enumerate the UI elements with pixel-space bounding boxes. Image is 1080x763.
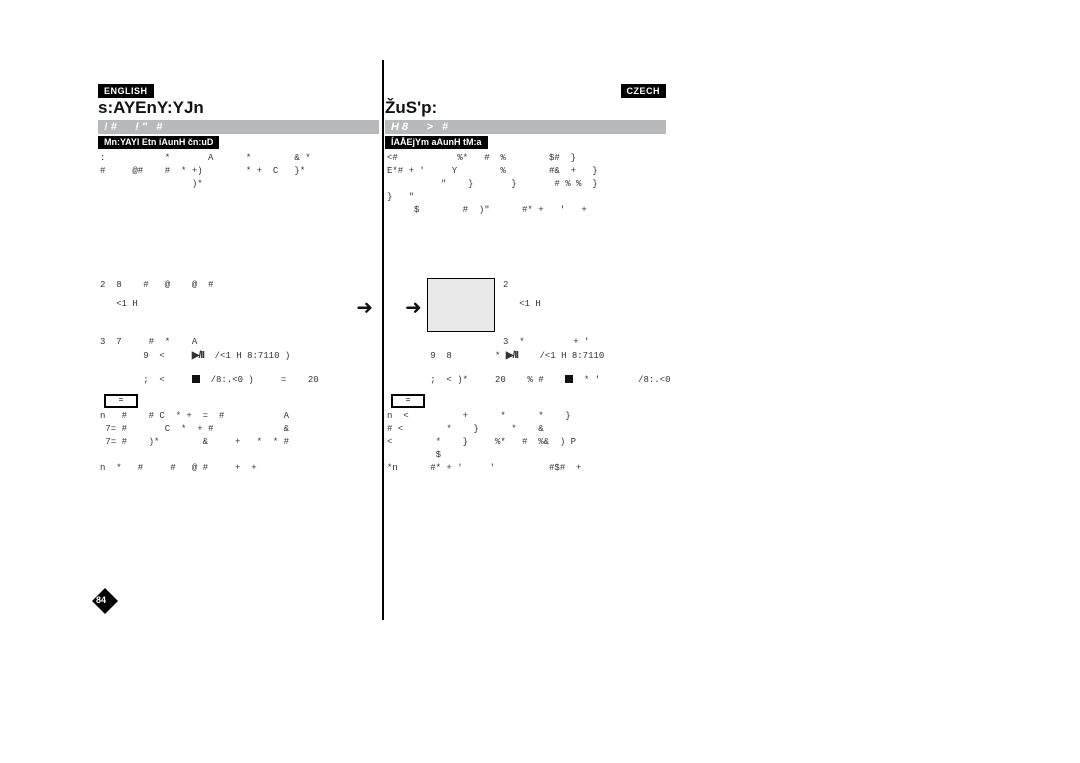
- left-column: ENGLISH s:AYEnY:YJn ! # ! " # Mn:YAYI Et…: [98, 80, 379, 600]
- language-badge-czech: CZECH: [621, 84, 667, 98]
- page-canvas: ENGLISH s:AYEnY:YJn ! # ! " # Mn:YAYI Et…: [0, 0, 1080, 763]
- right-note-box: =: [391, 394, 425, 408]
- left-subheading: Mn:YAYI Etn íAunH čn:uD: [98, 136, 219, 149]
- left-section-bar: ! # ! " #: [98, 120, 379, 134]
- stop-icon: [192, 375, 200, 383]
- right-subheading: ÍAÅEjYm aAunH tM:a: [385, 136, 488, 149]
- right-body-text: <# %* # % $# } E*# + ' Y % #& + } " } } …: [387, 152, 664, 217]
- right-play-suffix: /<1 H 8:7110: [518, 351, 604, 361]
- document-page: ENGLISH s:AYEnY:YJn ! # ! " # Mn:YAYI Et…: [98, 80, 666, 600]
- left-stop-prefix: ; <: [143, 375, 192, 385]
- left-body-text: : * A * & * # @# # * +) * + C }* )*: [100, 152, 377, 191]
- right-play-prefix: 9 8 *: [430, 351, 506, 361]
- arrow-right-icon: ➜: [405, 295, 422, 320]
- arrow-right-icon: ➜: [356, 295, 373, 320]
- left-title: s:AYEnY:YJn: [98, 98, 204, 118]
- right-title: ŽuS'p:: [385, 98, 437, 118]
- left-stop-suffix: /8:.<0 ) = 20: [200, 375, 319, 385]
- left-stop-line: ; < /8:.<0 ) = 20: [100, 365, 377, 395]
- right-notes: n < + * * } # < * } * & < * } %* # %& ) …: [387, 410, 664, 475]
- play-pause-icon: ▶/II: [192, 350, 204, 361]
- left-play-prefix: 9 <: [143, 351, 192, 361]
- right-stop-line: ; < )* 20 % # * ' /8:.<0: [387, 365, 664, 395]
- right-stop-prefix: ; < )* 20 % #: [430, 375, 565, 385]
- right-column: CZECH ŽuS'p: H 8 > # ÍAÅEjYm aAunH tM:a …: [385, 80, 666, 600]
- left-play-suffix: /<1 H 8:7110 ): [204, 351, 290, 361]
- play-pause-icon: ▶/II: [506, 350, 518, 361]
- left-notes: n # # C * + = # A 7= # C * + # & 7= # )*…: [100, 410, 377, 475]
- thumbnail-placeholder: [427, 278, 495, 332]
- right-section-bar: H 8 > #: [385, 120, 666, 134]
- language-badge-english: ENGLISH: [98, 84, 154, 98]
- right-stop-suffix: * ' /8:.<0: [573, 375, 670, 385]
- vertical-divider: [382, 60, 384, 620]
- left-note-box: =: [104, 394, 138, 408]
- page-number: 84: [96, 595, 106, 605]
